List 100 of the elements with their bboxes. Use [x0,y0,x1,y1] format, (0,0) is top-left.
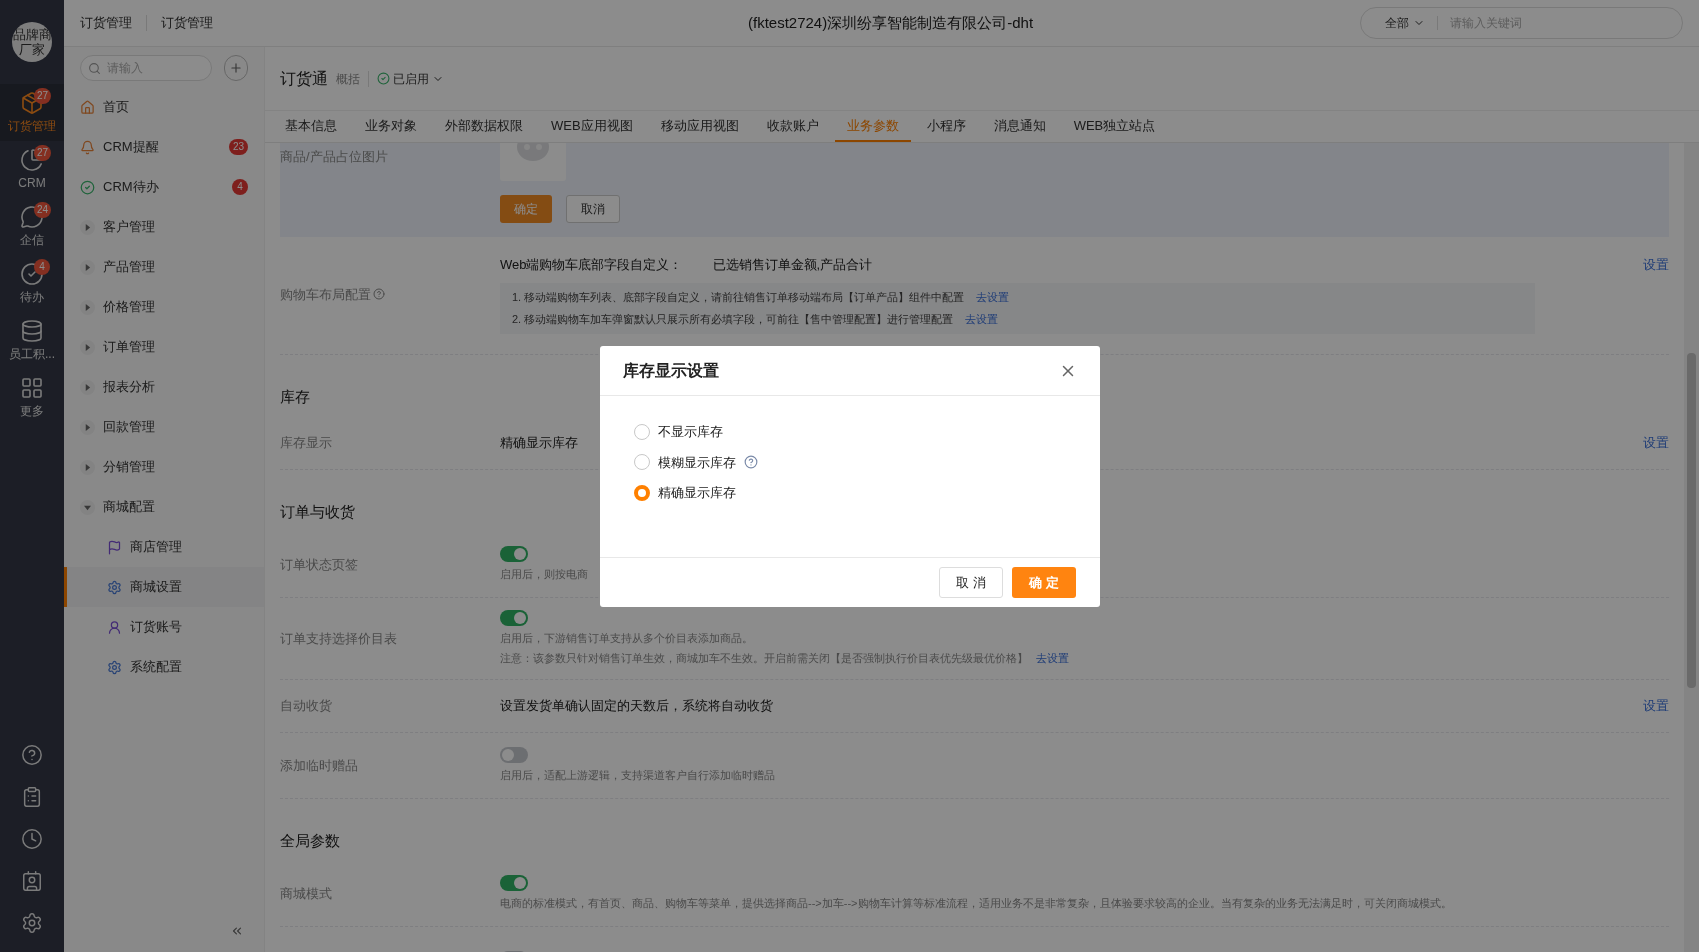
tab[interactable]: 消息通知 [981,111,1058,142]
caret-right-icon [80,259,95,275]
avatar-text: 厂家 [19,42,45,57]
rail-item[interactable]: 更多 [0,369,64,426]
scope-select[interactable]: 全部 [1385,14,1425,32]
sidebar-group[interactable]: 回款管理 [64,407,264,447]
settings-link[interactable]: 去设置 [965,311,999,328]
help-icon[interactable] [373,288,385,301]
sidebar-item[interactable]: CRM待办 4 [64,167,264,207]
setting-label: Web端购物车底部字段自定义： [500,256,683,274]
settings-link[interactable]: 去设置 [976,288,1010,305]
section-heading: 全局参数 [280,831,340,849]
caret-right-icon [80,419,95,435]
rail-item[interactable]: 订货管理 27 [0,84,64,141]
toggle-switch[interactable] [500,746,528,763]
setting-label: 库存显示 [280,433,333,452]
user-icon [107,619,122,635]
sidebar-group[interactable]: 报表分析 [64,367,264,407]
cancel-button[interactable]: 取 消 [939,567,1003,598]
setting-value: 精确显示库存 [500,433,578,452]
caret-down-icon [80,499,95,515]
setting-description: 启用后，则按电商 [500,566,588,582]
sidebar-group[interactable]: 价格管理 [64,287,264,327]
toggle-switch[interactable] [500,609,528,626]
tab[interactable]: WEB独立站点 [1061,111,1168,142]
database-icon [20,318,44,343]
count-badge: 27 [34,88,52,104]
tab[interactable]: 收款账户 [754,111,831,142]
setting-label: 商城模式 [280,886,332,901]
help-icon[interactable] [744,455,758,470]
status-dropdown[interactable]: 已启用 [377,69,444,88]
sidebar-group[interactable]: 产品管理 [64,247,264,287]
settings-icon[interactable] [21,912,43,934]
tab[interactable]: 小程序 [914,111,978,142]
toggle-switch[interactable] [500,545,528,562]
rail-item[interactable]: 员工积... [0,312,64,369]
setting-label: 订单状态页签 [280,557,358,572]
rail-item[interactable]: 待办 4 [0,255,64,312]
search-icon [88,62,101,75]
count-badge: 23 [228,139,248,155]
dialog-title: 库存显示设置 [623,360,720,381]
caret-right-icon [80,339,95,355]
caret-right-icon [80,219,95,235]
settings-icon [107,579,122,595]
overview-link[interactable]: 概括 [336,69,360,88]
avatar[interactable]: 品牌商 厂家 [12,22,52,62]
sidebar-subitem[interactable]: 系统配置 [64,647,264,687]
setting-label: 商品/产品占位图片 [280,148,389,166]
settings-link[interactable]: 去设置 [1036,650,1069,667]
bell-icon [80,139,95,155]
count-badge: 27 [34,145,52,161]
breadcrumb-item[interactable]: 订货管理 [80,13,132,33]
scrollbar[interactable] [1684,143,1699,952]
avatar-text: 品牌商 [12,27,52,42]
tab[interactable]: WEB应用视图 [539,111,645,142]
check-circle-icon [80,179,95,195]
clock-icon[interactable] [21,828,43,850]
sidebar-subitem[interactable]: 商店管理 [64,527,264,567]
sidebar-group[interactable]: 客户管理 [64,207,264,247]
count-badge: 4 [34,259,50,275]
settings-link[interactable]: 设置 [1643,255,1669,275]
clipboard-icon[interactable] [21,786,43,808]
radio-button[interactable] [634,484,650,501]
sidebar-group[interactable]: 商城配置 [64,487,264,527]
contact-icon[interactable] [21,870,43,892]
sidebar-item[interactable]: 首页 [64,87,264,127]
section-heading: 库存 [280,387,310,405]
note-text: 2. 移动端购物车加车弹窗默认只展示所有必填字段，可前往【售中管理配置】进行管理配置 [512,312,954,327]
sidebar-group[interactable]: 订单管理 [64,327,264,367]
caret-right-icon [80,299,95,315]
rail-item[interactable]: CRM 27 [0,141,64,198]
setting-label: 添加临时赠品 [280,758,358,773]
settings-link[interactable]: 设置 [1643,432,1669,453]
setting-label: 自动收货 [280,696,333,715]
collapse-icon[interactable] [230,924,244,938]
tab[interactable]: 业务对象 [353,111,429,142]
tab[interactable]: 基本信息 [273,111,349,142]
rail-item[interactable]: 企信 24 [0,198,64,255]
check-circle-icon [377,72,390,85]
radio-label[interactable]: 模糊显示库存 [658,452,736,472]
radio-label[interactable]: 不显示库存 [658,422,723,442]
setting-value: 设置发货单确认固定的天数后，系统将自动收货 [500,696,773,715]
radio-label[interactable]: 精确显示库存 [658,483,736,503]
sidebar-group[interactable]: 分销管理 [64,447,264,487]
setting-label: 购物车布局配置 [280,285,371,304]
settings-link[interactable]: 设置 [1643,695,1669,716]
toggle-switch[interactable] [500,874,528,891]
setting-label: 订单支持选择价目表 [280,631,397,646]
breadcrumb-item[interactable]: 订货管理 [161,13,213,33]
sidebar-subitem[interactable]: 订货账号 [64,607,264,647]
sidebar-item[interactable]: CRM提醒 23 [64,127,264,167]
plus-icon [229,61,243,75]
note-text: 1. 移动端购物车列表、底部字段自定义，请前往销售订单移动端布局【订单产品】组件中配置 [512,289,965,305]
sidebar-subitem[interactable]: 商城设置 [64,567,264,607]
count-badge: 24 [34,202,52,218]
flag-icon [107,539,122,555]
cancel-button[interactable]: 取消 [566,195,620,223]
tab[interactable]: 外部数据权限 [433,111,535,142]
grid-icon [20,375,44,400]
tab[interactable]: 移动应用视图 [648,111,751,142]
